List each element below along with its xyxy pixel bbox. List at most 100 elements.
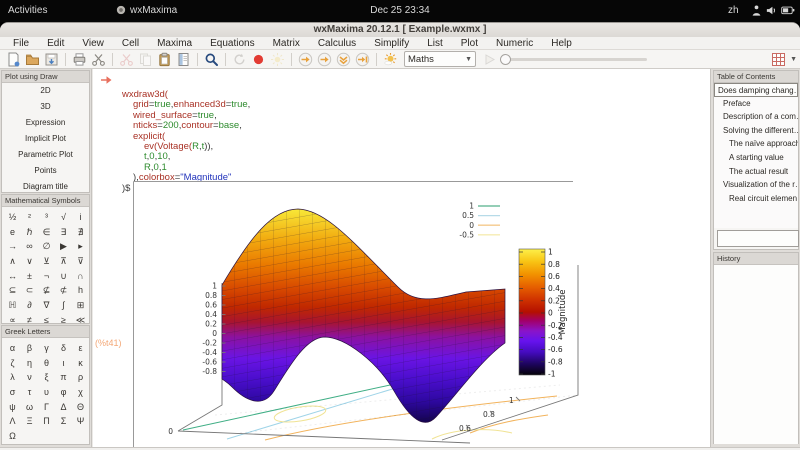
math-symbol-button[interactable]: ⊄: [55, 283, 72, 298]
math-symbol-button[interactable]: ⊽: [72, 254, 89, 269]
new-document-button[interactable]: [6, 51, 22, 67]
greek-letter-button[interactable]: η: [21, 356, 38, 371]
greek-letter-button[interactable]: ε: [72, 341, 89, 356]
menu-calculus[interactable]: Calculus: [309, 38, 365, 49]
save-file-button[interactable]: [44, 51, 60, 67]
math-symbol-button[interactable]: ∅: [38, 239, 55, 254]
math-symbol-button[interactable]: ⊂: [21, 283, 38, 298]
menu-cell[interactable]: Cell: [113, 38, 148, 49]
toc-filter-input[interactable]: [717, 230, 799, 247]
menu-help[interactable]: Help: [542, 38, 581, 49]
math-symbol-button[interactable]: e: [4, 225, 21, 240]
math-symbol-button[interactable]: ⊼: [55, 254, 72, 269]
menu-plot[interactable]: Plot: [452, 38, 487, 49]
evaluate-below-button[interactable]: [336, 51, 352, 67]
interrupt-button[interactable]: [251, 51, 267, 67]
math-symbol-button[interactable]: √: [55, 210, 72, 225]
follow-evaluation-button[interactable]: [270, 51, 286, 67]
math-symbol-button[interactable]: ²: [21, 210, 38, 225]
menu-matrix[interactable]: Matrix: [264, 38, 309, 49]
hide-code-button[interactable]: [383, 51, 399, 67]
plot-using-draw-header[interactable]: Plot using Draw: [2, 71, 89, 83]
math-symbol-button[interactable]: h: [72, 283, 89, 298]
math-symbol-button[interactable]: ½: [4, 210, 21, 225]
window-title-bar[interactable]: wxMaxima 20.12.1 [ Example.wxmx ]: [0, 23, 800, 38]
math-symbol-button[interactable]: ↔: [4, 269, 21, 284]
worksheet[interactable]: wxdraw3d(grid=true,enhanced3d=true,wired…: [93, 69, 710, 447]
greek-letter-button[interactable]: β: [21, 341, 38, 356]
math-symbol-button[interactable]: ∪: [55, 269, 72, 284]
input-cell-code[interactable]: wxdraw3d(grid=true,enhanced3d=true,wired…: [122, 90, 250, 194]
greek-letter-button[interactable]: φ: [55, 385, 72, 400]
greek-letter-button[interactable]: υ: [38, 385, 55, 400]
math-symbol-button[interactable]: ±: [21, 269, 38, 284]
maths-dropdown[interactable]: Maths ▼: [404, 51, 476, 67]
math-symbol-button[interactable]: ∞: [21, 239, 38, 254]
greek-letter-button[interactable]: Σ: [55, 414, 72, 429]
history-header[interactable]: History: [714, 253, 798, 265]
greek-letter-button[interactable]: χ: [72, 385, 89, 400]
math-symbol-button[interactable]: ∩: [72, 269, 89, 284]
evaluate-rest-button[interactable]: [355, 51, 371, 67]
greek-letters-header[interactable]: Greek Letters: [2, 326, 89, 338]
menu-numeric[interactable]: Numeric: [487, 38, 542, 49]
draw-button-implicit-plot[interactable]: Implicit Plot: [2, 131, 89, 147]
draw-button-3d[interactable]: 3D: [2, 99, 89, 115]
select-all-button[interactable]: [176, 51, 192, 67]
math-symbol-button[interactable]: ∇: [38, 298, 55, 313]
greek-letter-button[interactable]: Ψ: [72, 414, 89, 429]
greek-letter-button[interactable]: Λ: [4, 414, 21, 429]
greek-letter-button[interactable]: α: [4, 341, 21, 356]
toc-header[interactable]: Table of Contents: [714, 71, 798, 83]
toc-item-preface[interactable]: Preface: [714, 97, 798, 111]
draw-button-diagram-title[interactable]: Diagram title: [2, 179, 89, 193]
keyboard-layout-indicator[interactable]: zh: [728, 5, 739, 16]
evaluate-all-button[interactable]: [317, 51, 333, 67]
greek-letter-button[interactable]: θ: [38, 356, 55, 371]
toc-item-real-circuit-elemen[interactable]: Real circuit elemen…: [714, 192, 798, 206]
find-button[interactable]: [204, 51, 220, 67]
toc-item-description-of-a-com[interactable]: Description of a com…: [714, 110, 798, 124]
paste-button[interactable]: [157, 51, 173, 67]
animation-slider-handle[interactable]: [500, 54, 511, 65]
greek-letter-button[interactable]: ν: [21, 370, 38, 385]
volume-icon[interactable]: [765, 4, 778, 20]
battery-icon[interactable]: [781, 6, 795, 18]
math-symbol-button[interactable]: ▸: [72, 239, 89, 254]
draw-button-parametric-plot[interactable]: Parametric Plot: [2, 147, 89, 163]
math-symbol-button[interactable]: ∨: [21, 254, 38, 269]
menu-simplify[interactable]: Simplify: [365, 38, 418, 49]
greek-letter-button[interactable]: ρ: [72, 370, 89, 385]
toolbar-overflow-chevron[interactable]: ▼: [790, 56, 797, 63]
greek-letter-button[interactable]: κ: [72, 356, 89, 371]
greek-letter-button[interactable]: σ: [4, 385, 21, 400]
greek-letter-button[interactable]: ψ: [4, 400, 21, 415]
math-symbol-button[interactable]: ⊆: [4, 283, 21, 298]
math-symbol-button[interactable]: ▶: [55, 239, 72, 254]
menu-edit[interactable]: Edit: [38, 38, 73, 49]
toc-item-visualization-of-the-r[interactable]: Visualization of the r…: [714, 178, 798, 192]
draw-button-2d[interactable]: 2D: [2, 83, 89, 99]
table-view-icon[interactable]: [771, 51, 787, 67]
math-symbol-button[interactable]: ∈: [38, 225, 55, 240]
restart-maxima-button[interactable]: [232, 51, 248, 67]
history-list[interactable]: [714, 265, 798, 444]
accessibility-icon[interactable]: [750, 4, 763, 20]
animation-slider[interactable]: [501, 58, 647, 61]
math-symbol-button[interactable]: ⊈: [38, 283, 55, 298]
menu-equations[interactable]: Equations: [201, 38, 263, 49]
math-symbol-button[interactable]: →: [4, 239, 21, 254]
draw-button-expression[interactable]: Expression: [2, 115, 89, 131]
math-symbol-button[interactable]: ∫: [55, 298, 72, 313]
greek-letter-button[interactable]: Ξ: [21, 414, 38, 429]
greek-letter-button[interactable]: Θ: [72, 400, 89, 415]
play-animation-button[interactable]: [482, 51, 498, 67]
menu-maxima[interactable]: Maxima: [148, 38, 201, 49]
greek-letter-button[interactable]: π: [55, 370, 72, 385]
math-symbol-button[interactable]: ¬: [38, 269, 55, 284]
greek-letter-button[interactable]: ξ: [38, 370, 55, 385]
math-symbol-button[interactable]: ⊻: [38, 254, 55, 269]
math-symbol-button[interactable]: ℏ: [21, 225, 38, 240]
greek-letter-button[interactable]: ι: [55, 356, 72, 371]
draw-button-points[interactable]: Points: [2, 163, 89, 179]
